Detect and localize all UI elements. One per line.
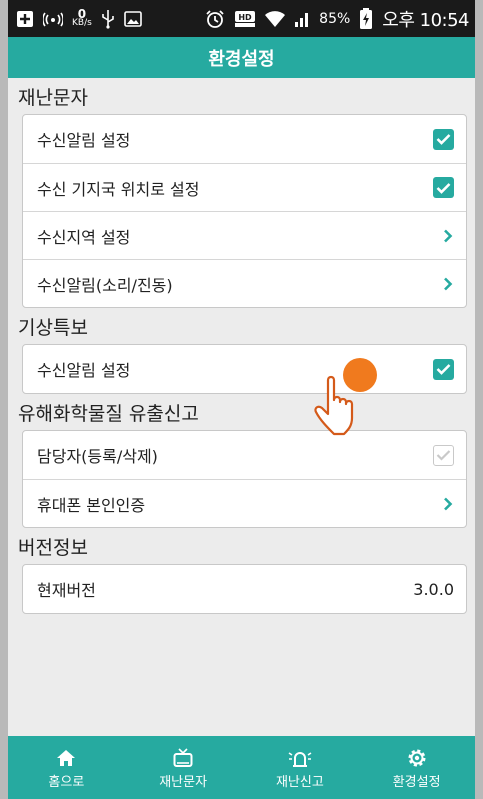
- network-speed: 0 KB/s: [72, 8, 92, 28]
- hd-voice-icon: HD: [234, 10, 256, 28]
- nav-label: 환경설정: [392, 774, 441, 790]
- row-label: 휴대폰 본인인증: [37, 495, 146, 515]
- hotspot-icon: [43, 11, 63, 27]
- add-box-icon: [16, 10, 34, 28]
- checkbox-receive-notification[interactable]: [433, 128, 454, 150]
- nav-label: 재난문자: [159, 774, 208, 790]
- row-current-version: 현재버전 3.0.0: [23, 565, 466, 613]
- row-label: 현재버전: [37, 581, 96, 600]
- row-manager-register[interactable]: 담당자(등록/삭제): [23, 431, 466, 479]
- settings-group-chemical-report: 담당자(등록/삭제) 휴대폰 본인인증: [22, 430, 467, 528]
- status-bar: 0 KB/s HD 85% 오후 10:54: [8, 0, 475, 37]
- row-notification-sound-vibration[interactable]: 수신알림(소리/진동): [23, 259, 466, 307]
- alarm-icon: [205, 9, 225, 29]
- checkbox-weather-receive-notification[interactable]: [433, 358, 454, 380]
- chevron-right-icon: [442, 276, 454, 292]
- row-phone-verification[interactable]: 휴대폰 본인인증: [23, 479, 466, 527]
- row-label: 수신알림 설정: [37, 131, 131, 150]
- image-icon: [124, 10, 142, 27]
- row-label: 수신알림 설정: [37, 361, 131, 380]
- nav-item-settings[interactable]: 환경설정: [367, 746, 467, 790]
- nav-label: 재난신고: [275, 774, 324, 790]
- bottom-navigation: 홈으로 재난문자 재난신고 환경설정: [8, 736, 475, 799]
- nav-item-disaster-message[interactable]: 재난문자: [133, 746, 233, 790]
- section-title-chemical-report: 유해화학물질 유출신고: [18, 403, 199, 425]
- checkbox-manager-register[interactable]: [433, 444, 454, 466]
- check-icon: [436, 134, 451, 145]
- signal-icon: [294, 11, 310, 27]
- page-title: 환경설정: [208, 48, 275, 70]
- home-icon: [56, 746, 76, 768]
- row-label: 담당자(등록/삭제): [37, 447, 158, 466]
- settings-group-version-info: 현재버전 3.0.0: [22, 564, 467, 614]
- section-title-disaster-message: 재난문자: [18, 87, 88, 109]
- gear-icon: [407, 746, 427, 768]
- battery-charging-icon: [359, 7, 373, 30]
- version-value: 3.0.0: [413, 579, 454, 599]
- section-title-weather-alert: 기상특보: [18, 317, 88, 339]
- network-speed-unit: KB/s: [72, 17, 92, 28]
- title-bar: 환경설정: [8, 37, 475, 78]
- nav-item-home[interactable]: 홈으로: [16, 746, 116, 790]
- row-label: 수신알림(소리/진동): [37, 275, 173, 295]
- row-label: 수신지역 설정: [37, 227, 131, 247]
- check-icon: [436, 182, 451, 194]
- nav-label: 홈으로: [48, 774, 85, 790]
- row-base-station-location[interactable]: 수신 기지국 위치로 설정: [23, 163, 466, 211]
- row-label: 수신 기지국 위치로 설정: [37, 179, 200, 199]
- tv-icon: [173, 746, 193, 768]
- tap-hand-icon: [304, 356, 386, 438]
- check-icon: [436, 364, 451, 375]
- wifi-icon: [265, 10, 286, 28]
- nav-item-disaster-report[interactable]: 재난신고: [250, 746, 350, 790]
- settings-group-disaster-message: 수신알림 설정 수신 기지국 위치로 설정 수신지역 설정 수신알림(소리/진동…: [22, 114, 467, 308]
- status-clock: 오후 10:54: [382, 9, 469, 31]
- chevron-right-icon: [442, 496, 454, 512]
- siren-icon: [288, 746, 312, 768]
- row-receive-notification[interactable]: 수신알림 설정: [23, 115, 466, 163]
- usb-icon: [101, 9, 115, 29]
- check-icon: [436, 450, 451, 461]
- row-weather-receive-notification[interactable]: 수신알림 설정: [23, 345, 466, 393]
- svg-text:HD: HD: [238, 13, 252, 22]
- app-screen: 0 KB/s HD 85% 오후 10:54 환경설정 재난문자 수신알림 설정…: [8, 0, 475, 799]
- battery-percent: 85%: [319, 10, 351, 27]
- settings-group-weather-alert: 수신알림 설정: [22, 344, 467, 394]
- section-title-version-info: 버전정보: [18, 537, 88, 559]
- row-receive-region[interactable]: 수신지역 설정: [23, 211, 466, 259]
- checkbox-base-station-location[interactable]: [433, 177, 454, 198]
- chevron-right-icon: [442, 228, 454, 244]
